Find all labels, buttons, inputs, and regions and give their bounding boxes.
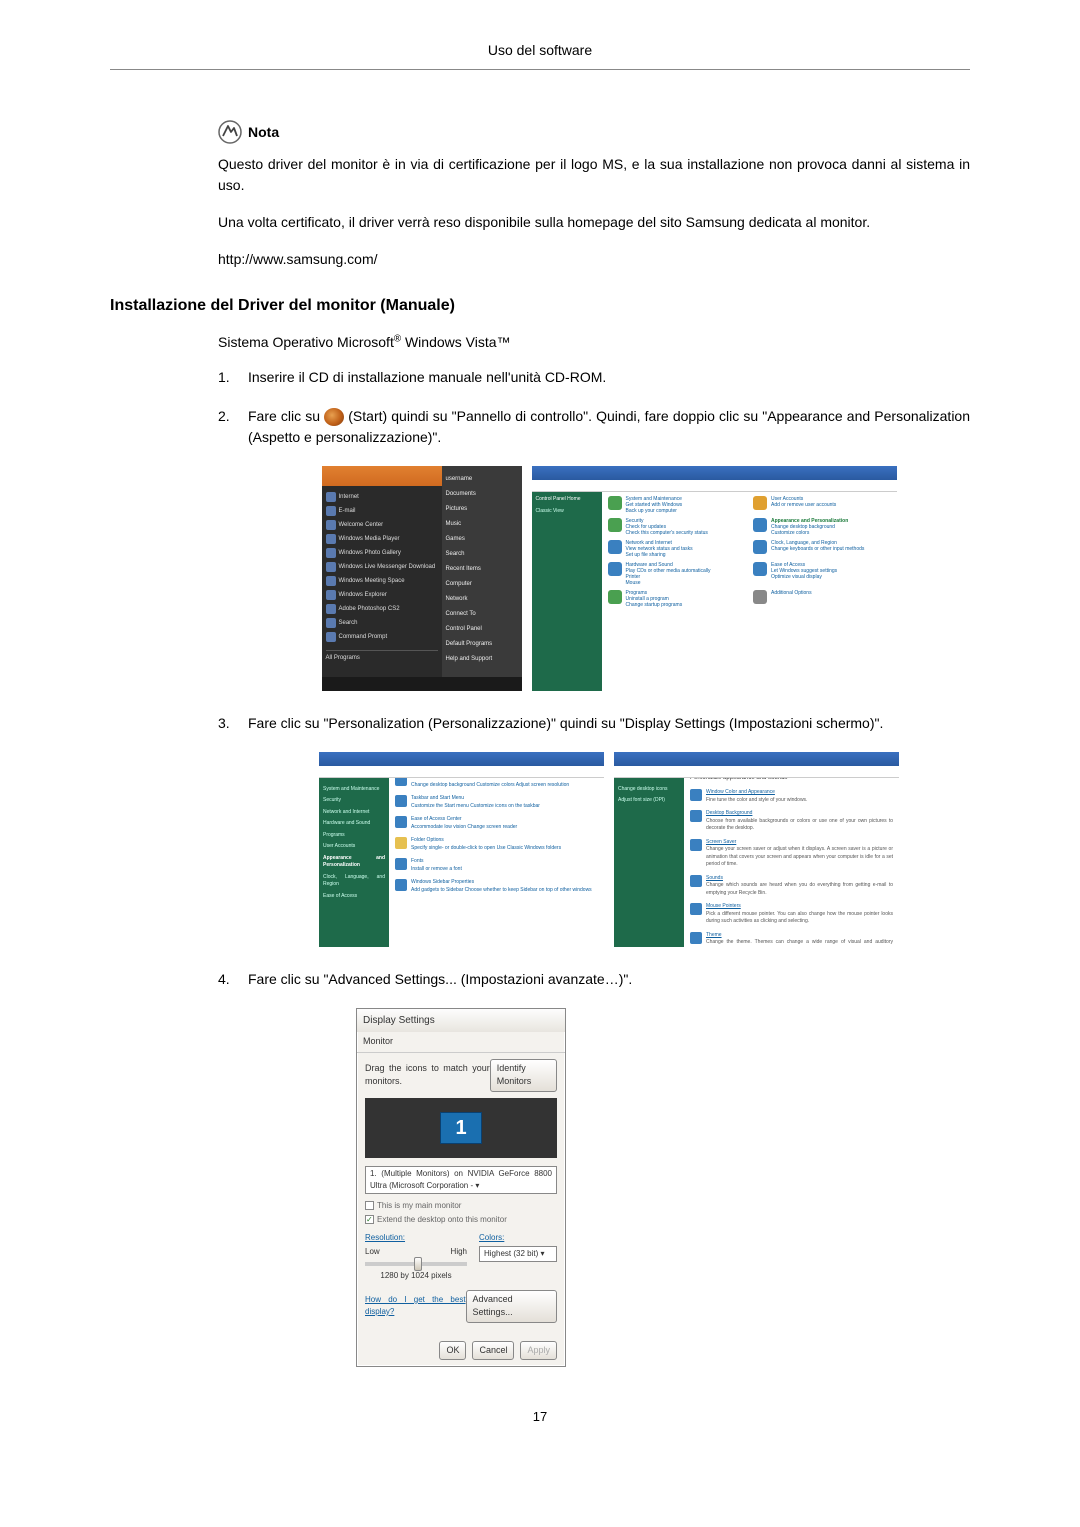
step-4: Fare clic su "Advanced Settings... (Impo… (218, 969, 970, 1367)
step2-text-b: (Start) quindi su "Pannello di controllo… (248, 408, 970, 445)
os-line: Sistema Operativo Microsoft® Windows Vis… (218, 332, 970, 353)
appearance-items: PersonalizationChange desktop background… (389, 752, 604, 947)
dlg-instruction: Drag the icons to match your monitors. (365, 1062, 490, 1089)
colors-select[interactable]: Highest (32 bit) ▾ (479, 1246, 557, 1262)
res-low: Low (365, 1246, 380, 1258)
pers-items: Personalize appearance and sounds Window… (684, 752, 899, 947)
identify-monitors-button[interactable]: Identify Monitors (490, 1059, 557, 1092)
page-header: Uso del software (110, 40, 970, 70)
resolution-slider[interactable] (365, 1262, 467, 1266)
colors-label: Colors: (479, 1232, 557, 1244)
start-orb-icon (324, 408, 344, 426)
os-suffix: Windows Vista™ (401, 334, 510, 350)
page-number: 17 (110, 1407, 970, 1427)
ok-button[interactable]: OK (439, 1341, 466, 1361)
help-link[interactable]: How do I get the best display? (365, 1294, 466, 1318)
step-3: Fare clic su "Personalization (Personali… (218, 713, 970, 947)
cp-side-title: Control Panel Home (536, 496, 598, 504)
dlg-title: Display Settings (357, 1009, 565, 1032)
step3-text: Fare clic su "Personalization (Personali… (248, 715, 883, 731)
step-1: Inserire il CD di installazione manuale … (218, 367, 970, 388)
appearance-side: Control Panel HomeSystem and Maintenance… (319, 752, 389, 947)
cp-categories: System and MaintenanceGet started with W… (602, 466, 897, 691)
os-prefix: Sistema Operativo Microsoft (218, 334, 394, 350)
section-heading: Installazione del Driver del monitor (Ma… (110, 294, 970, 318)
step2-text-a: Fare clic su (248, 408, 324, 424)
pers-side: Tasks Change desktop iconsAdjust font si… (614, 752, 684, 947)
start-items-left: InternetE-mailWelcome CenterWindows Medi… (326, 490, 438, 644)
extend-desktop-checkbox[interactable]: Extend the desktop onto this monitor (365, 1214, 557, 1226)
all-programs: All Programs (326, 650, 438, 663)
step-2: Fare clic su (Start) quindi su "Pannello… (218, 406, 970, 691)
figure-start-menu: InternetE-mailWelcome CenterWindows Medi… (322, 466, 522, 691)
note-para-1: Questo driver del monitor è in via di ce… (218, 154, 970, 196)
step4-text: Fare clic su "Advanced Settings... (Impo… (248, 971, 632, 987)
adapter-select[interactable]: 1. (Multiple Monitors) on NVIDIA GeForce… (365, 1166, 557, 1194)
figure-appearance-panel: Control Panel HomeSystem and Maintenance… (319, 752, 604, 947)
note-label: Nota (248, 122, 279, 143)
note-icon (218, 120, 242, 144)
note-url: http://www.samsung.com/ (218, 249, 970, 270)
figure-display-settings-dialog: Display Settings Monitor Drag the icons … (356, 1008, 566, 1367)
cancel-button[interactable]: Cancel (472, 1341, 514, 1361)
apply-button[interactable]: Apply (520, 1341, 557, 1361)
dlg-tab: Monitor (357, 1032, 565, 1053)
advanced-settings-button[interactable]: Advanced Settings... (466, 1290, 557, 1323)
note-para-2: Una volta certificato, il driver verrà r… (218, 212, 970, 233)
figure-control-panel: Control Panel Home Classic View System a… (532, 466, 897, 691)
res-high: High (451, 1246, 467, 1258)
monitor-1-box[interactable]: 1 (440, 1112, 482, 1144)
resolution-value: 1280 by 1024 pixels (365, 1270, 467, 1282)
cp-side-item: Classic View (536, 508, 598, 516)
start-items-right: usernameDocumentsPicturesMusicGamesSearc… (442, 466, 522, 691)
resolution-label: Resolution: (365, 1232, 467, 1244)
main-monitor-checkbox[interactable]: This is my main monitor (365, 1200, 557, 1212)
monitor-preview: 1 (365, 1098, 557, 1158)
figure-personalization-panel: Tasks Change desktop iconsAdjust font si… (614, 752, 899, 947)
